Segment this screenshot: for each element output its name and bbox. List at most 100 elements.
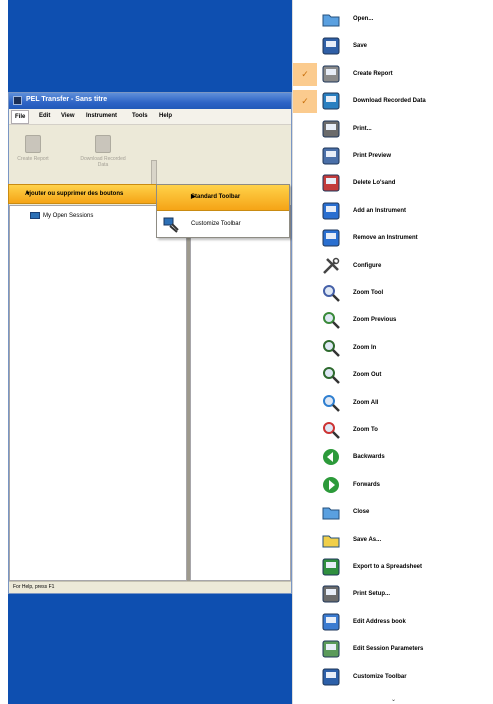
command-label: Add an Instrument — [353, 207, 407, 214]
standard-toolbar-menu-item[interactable]: Standard Toolbar ▶ — [157, 185, 289, 211]
command-item-customize-toolbar[interactable]: Customize Toolbar — [293, 664, 493, 691]
configure-icon — [323, 257, 340, 274]
command-item-remove-an-instrument[interactable]: Remove an Instrument — [293, 225, 493, 252]
command-item-add-an-instrument[interactable]: Add an Instrument — [293, 198, 493, 225]
command-item-backwards[interactable]: Backwards — [293, 444, 493, 471]
command-item-download-recorded-data[interactable]: ✓ Download Recorded Data — [293, 88, 493, 115]
command-label: Zoom Out — [353, 372, 382, 379]
session-tree[interactable]: My Open Sessions — [9, 205, 187, 581]
add-instrument-icon — [322, 202, 340, 220]
app-icon — [13, 96, 22, 105]
status-bar: For Help, press F1 — [9, 581, 291, 593]
command-label: Zoom In — [353, 344, 377, 351]
backwards-icon — [323, 449, 339, 466]
command-label: Export to a Spreadsheet — [353, 564, 423, 570]
open-folder-icon — [322, 14, 340, 27]
printer-icon — [322, 120, 340, 138]
report-icon — [322, 65, 340, 83]
tree-node-open-sessions[interactable]: My Open Sessions — [30, 212, 93, 219]
command-item-print-setup[interactable]: Print Setup... — [293, 581, 493, 608]
toolbar-commands-menu: Open... Save ✓ Create Report ✓ Download Recor… — [292, 0, 493, 704]
print-preview-icon — [322, 147, 340, 165]
command-item-zoom-all[interactable]: Zoom All — [293, 390, 493, 417]
command-item-zoom-previous[interactable]: Zoom Previous — [293, 307, 493, 334]
scroll-more-icon[interactable]: ⌄ — [293, 696, 493, 704]
command-item-edit-session-parameters[interactable]: Edit Session Parameters — [293, 636, 493, 663]
window-title: PEL Transfer - Sans titre — [26, 96, 108, 103]
command-item-zoom-out[interactable]: Zoom Out — [293, 362, 493, 389]
download-data-icon — [322, 92, 340, 110]
app-window: PEL Transfer - Sans titre File Edit View… — [8, 92, 292, 594]
command-label: Download Recorded Data — [353, 98, 426, 105]
command-label: Zoom Tool — [353, 290, 384, 296]
save-as-icon — [322, 535, 340, 548]
desktop-background-top — [8, 0, 292, 92]
command-label: Zoom All — [353, 399, 379, 406]
zoom-in-icon — [323, 339, 340, 357]
zoom-out-icon — [323, 367, 340, 385]
command-item-save[interactable]: Save — [293, 33, 493, 60]
menu-help[interactable]: Help — [159, 113, 172, 119]
menu-bar: File Edit View Instrument Tools Help — [9, 109, 291, 125]
command-label: Close — [353, 509, 370, 516]
command-label: Backwards — [353, 454, 385, 461]
menu-view[interactable]: View — [61, 113, 75, 119]
command-item-delete-lo-sand[interactable]: Delete Lo'sand — [293, 170, 493, 197]
command-label: Zoom Previous — [353, 317, 397, 324]
checkmark-icon: ✓ — [293, 90, 317, 114]
command-item-export-to-a-spreadsheet[interactable]: Export to a Spreadsheet — [293, 554, 493, 581]
command-item-forwards[interactable]: Forwards — [293, 472, 493, 499]
command-label: Delete Lo'sand — [353, 180, 396, 187]
command-item-edit-address-book[interactable]: Edit Address book — [293, 609, 493, 636]
command-item-save-as[interactable]: Save As... — [293, 527, 493, 554]
command-label: Save — [353, 43, 368, 50]
command-label: Print Setup... — [353, 591, 391, 598]
download-data-icon — [95, 135, 111, 153]
command-item-configure[interactable]: Configure — [293, 253, 493, 280]
customize-toolbar-icon — [322, 668, 340, 686]
command-label: Print Preview — [353, 153, 392, 159]
command-label: Forwards — [353, 481, 381, 488]
delete-icon — [322, 174, 340, 192]
command-label: Print... — [353, 125, 372, 132]
command-label: Zoom To — [353, 427, 378, 433]
menu-edit[interactable]: Edit — [39, 113, 50, 119]
close-folder-icon — [322, 507, 340, 520]
command-item-zoom-to[interactable]: Zoom To — [293, 417, 493, 444]
report-icon — [25, 135, 41, 153]
command-item-print-preview[interactable]: Print Preview — [293, 143, 493, 170]
create-report-label: Create Report — [17, 156, 49, 162]
menu-instrument[interactable]: Instrument — [86, 113, 117, 119]
command-item-zoom-tool[interactable]: Zoom Tool — [293, 280, 493, 307]
menu-file[interactable]: File — [11, 110, 30, 124]
command-item-print[interactable]: Print... — [293, 116, 493, 143]
command-item-create-report[interactable]: ✓ Create Report — [293, 61, 493, 88]
forwards-icon — [323, 476, 339, 493]
toolbar: Create Report Download Recorded Data — [9, 125, 157, 202]
command-label: Save As... — [353, 536, 382, 543]
command-item-close[interactable]: Close — [293, 499, 493, 526]
zoom-previous-icon — [323, 312, 340, 330]
sessions-icon — [30, 212, 40, 219]
tree-node-label: My Open Sessions — [43, 213, 94, 220]
command-label: Configure — [353, 262, 382, 269]
zoom-to-icon — [323, 422, 340, 439]
title-bar[interactable]: PEL Transfer - Sans titre — [9, 93, 291, 109]
customize-toolbar-menu-item[interactable]: Customize Toolbar — [157, 213, 289, 237]
add-remove-buttons-menu-item[interactable]: Ajouter ou supprimer des boutons ▼ — [8, 184, 158, 204]
download-label-line2: Data — [97, 162, 109, 168]
command-item-zoom-in[interactable]: Zoom In — [293, 335, 493, 362]
toolbar-submenu: Standard Toolbar ▶ Customize Toolbar — [156, 184, 290, 238]
command-label: Create Report — [353, 70, 393, 77]
address-book-icon — [322, 613, 340, 631]
command-item-open[interactable]: Open... — [293, 6, 493, 33]
create-report-button[interactable]: Create Report — [15, 135, 51, 162]
download-recorded-data-button[interactable]: Download Recorded Data — [73, 135, 133, 168]
customize-toolbar-icon — [163, 217, 179, 233]
export-spreadsheet-icon — [322, 558, 340, 576]
desktop-background-bottom — [8, 594, 292, 704]
command-label: Edit Address book — [353, 618, 406, 625]
submenu-arrow-icon: ▶ — [191, 194, 196, 200]
print-setup-icon — [322, 585, 340, 603]
menu-tools[interactable]: Tools — [132, 113, 148, 119]
